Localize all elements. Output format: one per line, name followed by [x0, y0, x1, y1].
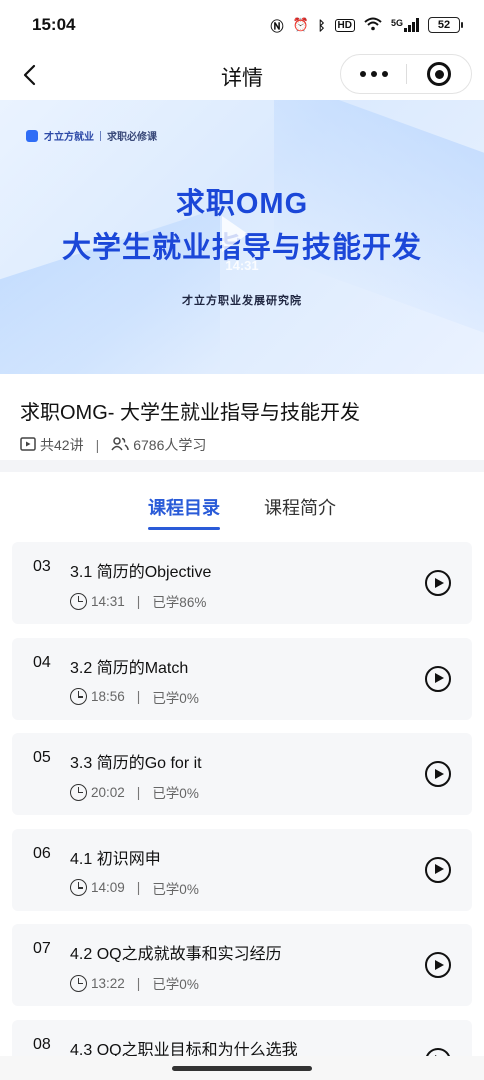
lesson-item[interactable]: 05 3.3 简历的Go for it 20:02 | 已学0%: [12, 733, 472, 815]
lesson-number: 06: [33, 844, 51, 862]
course-tabs: 课程目录 课程简介: [0, 472, 484, 536]
banner-org: 才立方职业发展研究院: [182, 295, 302, 307]
lesson-item[interactable]: 07 4.2 OQ之成就故事和实习经历 13:22 | 已学0%: [12, 924, 472, 1006]
lesson-progress: 已学0%: [152, 690, 199, 706]
alarm-icon: ⏰: [292, 17, 309, 32]
lesson-title: 4.1 初识网申: [70, 850, 161, 868]
lesson-duration: 14:09: [91, 880, 125, 895]
clock-icon: [70, 592, 87, 610]
meta-divider: |: [136, 689, 141, 704]
play-icon[interactable]: [425, 570, 451, 596]
status-time: 15:04: [32, 15, 76, 34]
wifi-icon: [364, 17, 382, 34]
5g-signal-icon: 5G: [391, 18, 419, 32]
meta-divider: |: [136, 880, 141, 895]
clock-icon: [70, 879, 87, 896]
lesson-progress: 已学0%: [152, 786, 199, 801]
banner-brand: 才立方就业: [44, 132, 94, 143]
lesson-meta: 20:02 | 已学0%: [70, 782, 199, 802]
course-video-banner[interactable]: 才立方就业 求职必修课 求职OMG 大学生就业指导与技能开发 14:31 才立方…: [0, 100, 484, 374]
banner-tag: 求职必修课: [107, 132, 157, 143]
lesson-progress: 已学86%: [152, 595, 207, 610]
lesson-item[interactable]: 03 3.1 简历的Objective 14:31 | 已学86%: [12, 542, 472, 624]
course-meta: 共42讲 | 6786人学习: [20, 435, 464, 455]
lesson-meta: 14:31 | 已学86%: [70, 591, 206, 611]
lesson-duration: 14:31: [91, 593, 125, 609]
lesson-title: 3.1 简历的Objective: [70, 564, 212, 581]
brand-logo-icon: [26, 129, 38, 142]
chevron-left-icon: [23, 64, 36, 86]
home-indicator[interactable]: [172, 1066, 312, 1071]
lesson-item[interactable]: 06 4.1 初识网申 14:09 | 已学0%: [12, 828, 472, 911]
hd-icon: HD: [334, 18, 355, 32]
meta-divider: |: [136, 784, 141, 800]
lesson-number: 05: [33, 749, 51, 766]
clock-icon: [70, 688, 87, 705]
play-icon[interactable]: [425, 761, 451, 787]
lesson-title: 3.2 简历的Match: [70, 659, 189, 677]
lesson-meta: 18:56 | 已学0%: [70, 687, 199, 707]
meta-divider: |: [95, 437, 100, 453]
lesson-duration: 13:22: [91, 975, 125, 991]
mini-program-capsule: [340, 54, 472, 94]
gesture-area: [0, 1056, 484, 1080]
lesson-item[interactable]: 08 4.3 OQ之职业目标和为什么选我: [12, 1019, 472, 1057]
play-icon[interactable]: [425, 665, 451, 692]
lesson-number: 07: [33, 940, 51, 957]
lesson-progress: 已学0%: [152, 881, 199, 897]
banner-logo: 才立方就业 求职必修课: [26, 128, 157, 143]
tab-catalog[interactable]: 课程目录: [148, 494, 220, 530]
lesson-meta: 14:09 | 已学0%: [70, 878, 199, 898]
more-dot-icon: [381, 71, 388, 77]
lesson-item[interactable]: 04 3.2 简历的Match 18:56 | 已学0%: [12, 637, 472, 720]
lesson-title: 4.3 OQ之职业目标和为什么选我: [70, 1041, 298, 1057]
status-icons: Ⓝ ⏰ ᛒ HD 5G 52: [270, 16, 463, 35]
lesson-duration: 18:56: [91, 689, 125, 704]
meta-divider: |: [136, 593, 141, 609]
status-bar: 15:04 Ⓝ ⏰ ᛒ HD 5G 52: [0, 0, 484, 50]
play-icon[interactable]: [425, 1047, 451, 1056]
video-duration: 14:31: [225, 258, 259, 273]
more-dot-icon: [370, 71, 377, 77]
logo-divider: [100, 130, 101, 141]
tab-intro[interactable]: 课程简介: [264, 494, 336, 526]
lesson-duration: 20:02: [91, 784, 125, 800]
lesson-title: 4.2 OQ之成就故事和实习经历: [70, 946, 282, 963]
more-dot-icon: [359, 71, 366, 77]
meta-divider: |: [136, 975, 141, 991]
lesson-meta: 13:22 | 已学0%: [70, 973, 199, 993]
signal-bars: [404, 18, 419, 32]
nav-bar: 详情: [0, 50, 484, 100]
lesson-number: 03: [33, 558, 51, 575]
lesson-title: 3.3 简历的Go for it: [70, 755, 202, 772]
lesson-number: 04: [33, 653, 51, 671]
network-label: 5G: [390, 18, 403, 28]
play-icon[interactable]: [425, 952, 451, 978]
video-play-icon[interactable]: [222, 216, 248, 252]
more-button[interactable]: [341, 55, 406, 93]
bluetooth-icon: ᛒ: [317, 17, 326, 33]
users-icon: [111, 436, 129, 454]
clock-icon: [70, 974, 87, 992]
course-title: 求职OMG- 大学生就业指导与技能开发: [20, 402, 360, 424]
video-list-icon: [20, 436, 36, 454]
close-mini-program-button[interactable]: [407, 55, 471, 93]
back-button[interactable]: [14, 60, 44, 90]
battery-icon: 52: [428, 17, 463, 33]
nfc-icon: Ⓝ: [270, 18, 284, 34]
play-icon[interactable]: [425, 856, 451, 883]
lesson-progress: 已学0%: [152, 977, 199, 992]
learner-count: 6786人学习: [133, 437, 207, 453]
lesson-list: 03 3.1 简历的Objective 14:31 | 已学86% 04 3.2…: [0, 536, 484, 1056]
lecture-count: 共42讲: [40, 437, 84, 453]
course-info: 求职OMG- 大学生就业指导与技能开发 共42讲 | 6786人学习: [0, 374, 484, 460]
lesson-number: 08: [33, 1035, 51, 1053]
clock-icon: [70, 783, 87, 801]
target-icon: [427, 62, 451, 86]
